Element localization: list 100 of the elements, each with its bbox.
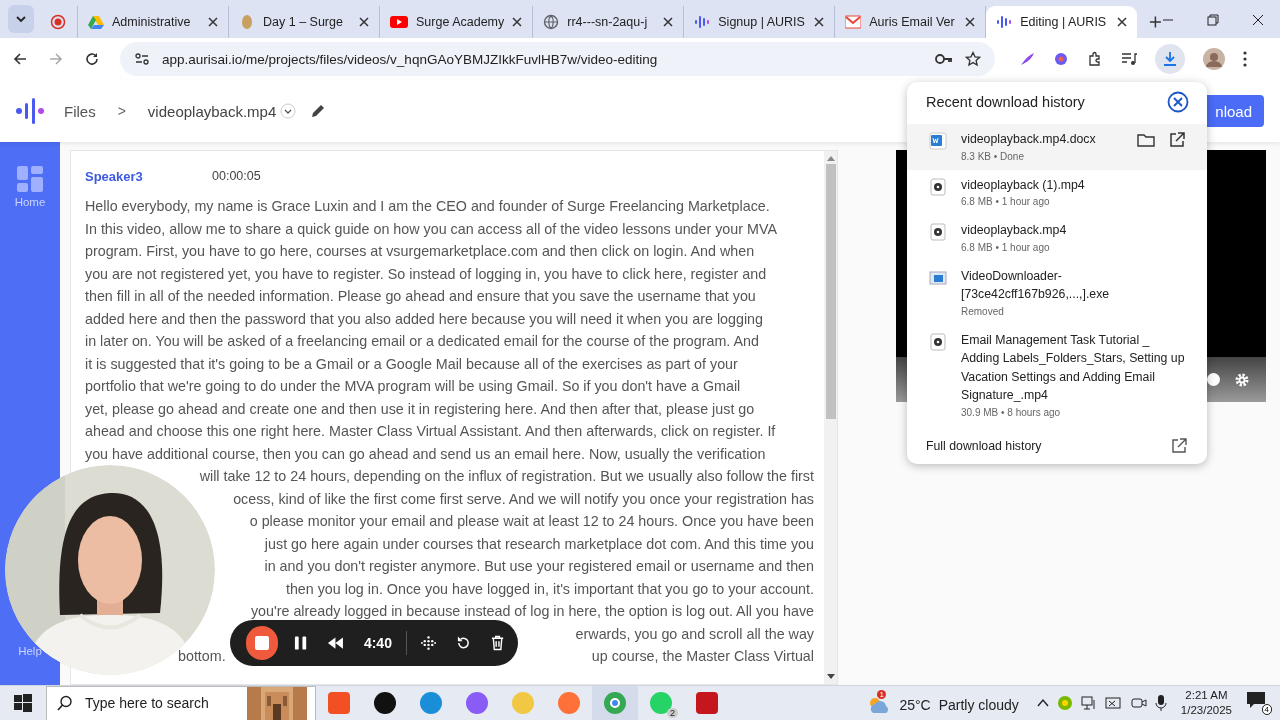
close-icon[interactable] [814, 17, 825, 27]
scroll-down-icon[interactable] [826, 674, 835, 680]
app-icon [327, 691, 351, 715]
close-icon[interactable] [208, 17, 219, 27]
trash-icon[interactable] [490, 635, 504, 651]
app-icon [465, 691, 489, 715]
taskbar-app-icon[interactable]: 2 [638, 685, 684, 720]
logo-icon[interactable] [16, 98, 44, 124]
transcript-line: you're already logged in because instead of log in here, the option is log out. All you have [250, 602, 814, 621]
chevron-up-icon[interactable] [1036, 698, 1049, 708]
transcript-line: Hello everybody, my name is Grace Luxin and I am the CEO and founder of Surge Freelancing Marketplace. [85, 197, 771, 216]
media-file-icon [929, 177, 947, 196]
download-item[interactable]: VideoDownloader-[73ce42cff167b926,...,].exe Removed [907, 260, 1207, 325]
browser-tab[interactable]: Editing | AURIS [986, 6, 1138, 38]
stop-button[interactable] [246, 626, 278, 660]
transcript-line: o please monitor your email and please wait at least 12 to 24 hours. Once you have been [249, 512, 814, 531]
folder-icon[interactable] [1137, 132, 1155, 148]
transcript-line: will take 12 to 24 hours, depending on the influx of registration. But we usually also follow the first [199, 467, 814, 486]
avatar-icon[interactable] [1203, 48, 1225, 70]
new-tab-icon[interactable] [1149, 15, 1162, 29]
transcript-line: program. First, you have to go here, courses at vsurgemarketplace.com and then click on login. And when [85, 242, 756, 261]
file-details: 6.8 MB • 1 hour ago [961, 241, 1051, 253]
weather-widget[interactable]: 1 25°C Partly cloudy [867, 686, 1019, 720]
media-file-icon [929, 332, 947, 351]
settings-icon[interactable] [1234, 371, 1250, 388]
waveform-icon [694, 14, 711, 30]
panel-title: Recent download history [926, 94, 1085, 110]
transcript-line: In this video, allow me to share a quick guide on how you can access all of the video lessons under your MVA [85, 219, 778, 239]
start-icon[interactable] [14, 694, 32, 712]
chevron-icon [14, 13, 27, 25]
notification-badge: 2 [667, 707, 678, 718]
transcript-line: bottom. [178, 647, 226, 666]
media-icon[interactable] [1121, 51, 1137, 67]
feather-icon[interactable] [1019, 51, 1035, 67]
file-name: VideoDownloader-[73ce42cff167b926,...,].exe [961, 267, 1111, 303]
menu-icon[interactable] [1243, 51, 1247, 67]
tab-search-button[interactable] [8, 5, 34, 33]
download-item[interactable]: videoplayback (1).mp4 6.8 MB • 1 hour ago [907, 169, 1207, 215]
scroll-up-icon[interactable] [826, 155, 835, 161]
key-icon[interactable] [935, 53, 953, 65]
rewind-icon[interactable] [327, 636, 344, 650]
transcript-line: portfolio that we're going to do under the MVA program will be using Gmail. So if you don't have a Gmail [85, 377, 742, 396]
network-icon[interactable] [1080, 695, 1097, 711]
app-icon [603, 691, 627, 715]
reload-icon[interactable] [84, 51, 100, 67]
site-settings-icon[interactable] [134, 51, 150, 67]
close-icon[interactable] [1117, 17, 1128, 27]
close-icon[interactable] [965, 17, 976, 27]
address-field[interactable]: app.aurisai.io/me/projects/files/videos/v_hqnGAoYBMJZIkkFuvlHB7w/video-editing [120, 42, 995, 76]
microphone-icon[interactable] [1154, 695, 1167, 711]
breadcrumb-link[interactable]: Files [64, 102, 96, 120]
chat-icon [1246, 691, 1266, 709]
recording-time: 4:40 [363, 635, 392, 651]
file-name: videoplayback.mp4 [147, 102, 277, 120]
notifications-button[interactable]: 4 [1246, 691, 1272, 715]
transcript-line: erwards, you go and scroll all the way [575, 624, 814, 644]
toggle-knob-icon[interactable] [1207, 373, 1220, 386]
application-file-icon [929, 268, 947, 287]
speaker-name[interactable]: Speaker3 [85, 168, 212, 184]
chevron-icon[interactable] [280, 103, 297, 119]
app-icon [419, 691, 443, 715]
close-icon[interactable] [359, 17, 370, 27]
close-icon[interactable] [1167, 91, 1189, 113]
transcript-line: you have additional course, then you can go ahead and send us an email here. Now, usually the verification [85, 444, 767, 464]
downloads-button[interactable] [1155, 44, 1185, 74]
transcript-line: you are not registered yet, you have to register. So instead of logging in, you have to click here, register and [85, 264, 768, 284]
download-item[interactable]: Email Management Task Tutorial _ Adding Labels_Folders_Stars, Setting up Vacation Settings and Adding Email Signature_.mp4 30.9 MB • 8 hours ago [907, 324, 1207, 426]
restart-icon[interactable] [455, 635, 471, 651]
back-icon[interactable] [12, 51, 28, 67]
search-field[interactable]: Type here to search [83, 694, 237, 712]
file-details: 6.8 MB • 1 hour ago [961, 196, 1051, 207]
search-icon [57, 695, 73, 711]
star-icon[interactable] [965, 51, 981, 67]
app-icon [373, 691, 397, 715]
close-icon[interactable] [512, 17, 523, 27]
download-item[interactable]: videoplayback.mp4 6.8 MB • 1 hour ago [907, 215, 1207, 261]
timestamp: 00:00:05 [212, 169, 261, 183]
search-box[interactable]: Type here to search [46, 685, 316, 720]
transcript-line: up course, the Master Class Virtual [591, 647, 814, 666]
full-history-link[interactable]: Full download history [907, 425, 1207, 454]
clock[interactable]: 2:21 AM 1/23/2025 [1180, 688, 1232, 718]
download-item[interactable]: videoplayback.mp4.docx 8.3 KB • Done [907, 124, 1207, 170]
transcript-line: it is suggested that it's going to be a Gmail or a Google Mail because all of the exercises as part of your [85, 354, 739, 374]
file-name: videoplayback (1).mp4 [961, 176, 1086, 194]
scrollbar[interactable] [824, 151, 837, 684]
camera-icon[interactable] [1130, 695, 1147, 711]
transcript-line: ocess, kind of like the first come first serve. And we will notify you once your registration has [233, 489, 814, 509]
transcript-line: yet, please go ahead and create one and then use it in registering here. And then after that, please just go [85, 399, 756, 419]
close-icon[interactable] [1252, 14, 1264, 26]
file-name: Email Management Task Tutorial _ Adding Labels_Folders_Stars, Setting up Vacation Settings and Adding Email Signature_.mp4 [961, 331, 1185, 404]
dot-grid-icon[interactable] [420, 635, 436, 651]
pause-icon[interactable] [293, 635, 307, 651]
open-external-icon[interactable] [1169, 132, 1185, 148]
extensions-icon[interactable] [1087, 51, 1103, 67]
globe-icon [543, 14, 560, 30]
close-icon[interactable] [663, 17, 674, 27]
edit-icon[interactable] [310, 103, 327, 119]
file-name: videoplayback.mp4 [961, 222, 1068, 239]
restore-icon[interactable] [1207, 14, 1219, 26]
file-details: 30.9 MB • 8 hours ago [961, 406, 1062, 418]
